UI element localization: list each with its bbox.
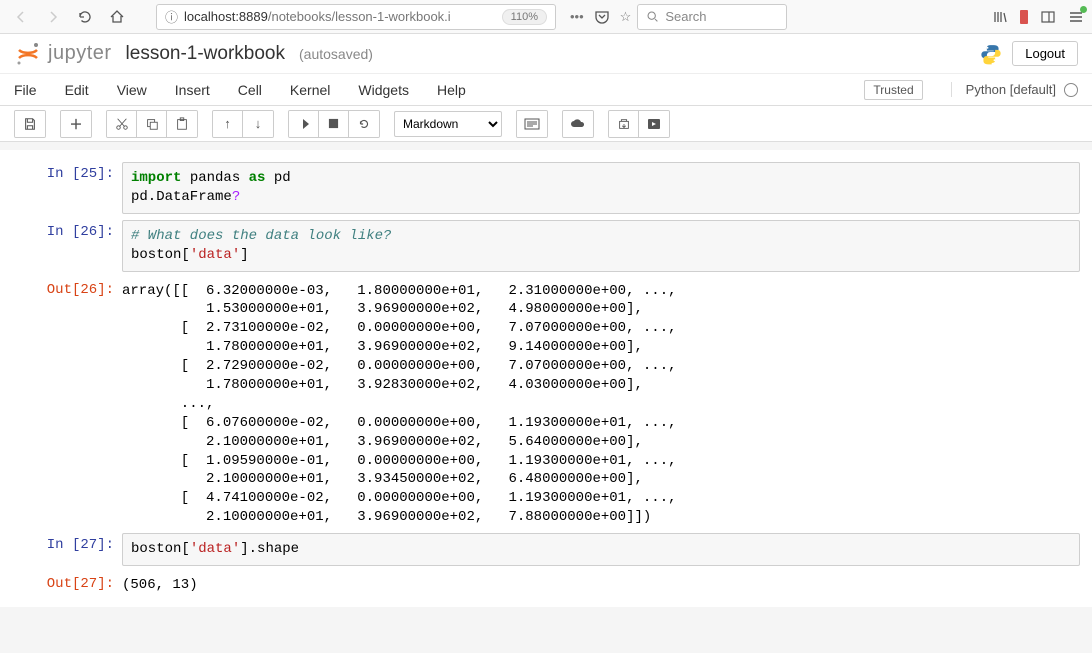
menu-help[interactable]: Help — [437, 82, 466, 98]
code-cell[interactable]: In [25]: import pandas as pd pd.DataFram… — [12, 162, 1080, 214]
notebook-name[interactable]: lesson-1-workbook — [126, 43, 285, 65]
menu-bar: File Edit View Insert Cell Kernel Widget… — [0, 74, 1092, 106]
add-cell-button[interactable]: ＋ — [61, 111, 91, 137]
cloud-button[interactable] — [563, 111, 593, 137]
menu-view[interactable]: View — [117, 82, 147, 98]
input-prompt: In [25]: — [12, 162, 122, 214]
menu-insert[interactable]: Insert — [175, 82, 210, 98]
input-prompt: In [27]: — [12, 533, 122, 566]
run-button[interactable] — [289, 111, 319, 137]
search-placeholder: Search — [665, 9, 706, 24]
jupyter-logo[interactable]: jupyter — [14, 40, 112, 68]
toolbar: ＋ ↑ ↓ Markdown — [0, 106, 1092, 142]
move-up-button[interactable]: ↑ — [213, 111, 243, 137]
cut-button[interactable] — [107, 111, 137, 137]
save-status: (autosaved) — [299, 46, 373, 62]
kernel-status-icon — [1064, 83, 1078, 97]
output-cell: Out[27]: (506, 13) — [12, 572, 1080, 595]
presentation-button[interactable] — [639, 111, 669, 137]
browser-chrome: ⓘ localhost:8889/notebooks/lesson-1-work… — [0, 0, 1092, 34]
jupyter-header: jupyter lesson-1-workbook (autosaved) Lo… — [0, 34, 1092, 74]
copy-button[interactable] — [137, 111, 167, 137]
library-icon[interactable] — [992, 9, 1008, 25]
save-button[interactable] — [15, 111, 45, 137]
url-path: /notebooks/lesson-1-workbook.i — [268, 9, 451, 24]
output-cell: Out[26]: array([[ 6.32000000e-03, 1.8000… — [12, 278, 1080, 528]
cell-type-select[interactable]: Markdown — [394, 111, 502, 137]
code-input[interactable]: # What does the data look like? boston['… — [122, 220, 1080, 272]
restart-button[interactable] — [349, 111, 379, 137]
trusted-indicator[interactable]: Trusted — [864, 80, 922, 100]
logout-button[interactable]: Logout — [1012, 41, 1078, 66]
reload-button[interactable] — [72, 4, 98, 30]
notebook-area[interactable]: In [25]: import pandas as pd pd.DataFram… — [0, 142, 1092, 653]
kernel-name: Python [default] — [966, 82, 1056, 97]
jupyter-logo-text: jupyter — [48, 42, 112, 65]
stop-button[interactable] — [319, 111, 349, 137]
sidebar-icon[interactable] — [1040, 9, 1056, 25]
code-cell[interactable]: In [27]: boston['data'].shape — [12, 533, 1080, 566]
code-input[interactable]: import pandas as pd pd.DataFrame? — [122, 162, 1080, 214]
move-down-button[interactable]: ↓ — [243, 111, 273, 137]
open-button[interactable] — [609, 111, 639, 137]
menu-widgets[interactable]: Widgets — [358, 82, 409, 98]
input-prompt: In [26]: — [12, 220, 122, 272]
zoom-badge[interactable]: 110% — [502, 9, 547, 25]
back-button — [8, 4, 34, 30]
forward-button — [40, 4, 66, 30]
code-cell[interactable]: In [26]: # What does the data look like?… — [12, 220, 1080, 272]
info-icon: ⓘ — [165, 7, 178, 26]
browser-search[interactable]: Search — [637, 4, 787, 30]
extension-icon[interactable] — [1020, 10, 1028, 24]
output-prompt: Out[27]: — [12, 572, 122, 595]
command-palette-button[interactable] — [517, 111, 547, 137]
pocket-icon[interactable] — [594, 9, 610, 25]
url-bar[interactable]: ⓘ localhost:8889/notebooks/lesson-1-work… — [156, 4, 556, 30]
python-icon — [980, 43, 1002, 65]
paste-button[interactable] — [167, 111, 197, 137]
code-output: array([[ 6.32000000e-03, 1.80000000e+01,… — [122, 278, 1080, 528]
home-button[interactable] — [104, 4, 130, 30]
code-output: (506, 13) — [122, 572, 1080, 595]
code-input[interactable]: boston['data'].shape — [122, 533, 1080, 566]
menu-kernel[interactable]: Kernel — [290, 82, 330, 98]
hamburger-icon[interactable] — [1068, 9, 1084, 25]
menu-edit[interactable]: Edit — [65, 82, 89, 98]
output-prompt: Out[26]: — [12, 278, 122, 528]
menu-file[interactable]: File — [14, 82, 37, 98]
kernel-indicator[interactable]: Python [default] — [951, 82, 1078, 97]
bookmark-icon[interactable]: ☆ — [620, 9, 632, 25]
more-icon[interactable]: ••• — [570, 9, 584, 24]
url-host: localhost:8889 — [184, 9, 268, 24]
menu-cell[interactable]: Cell — [238, 82, 262, 98]
